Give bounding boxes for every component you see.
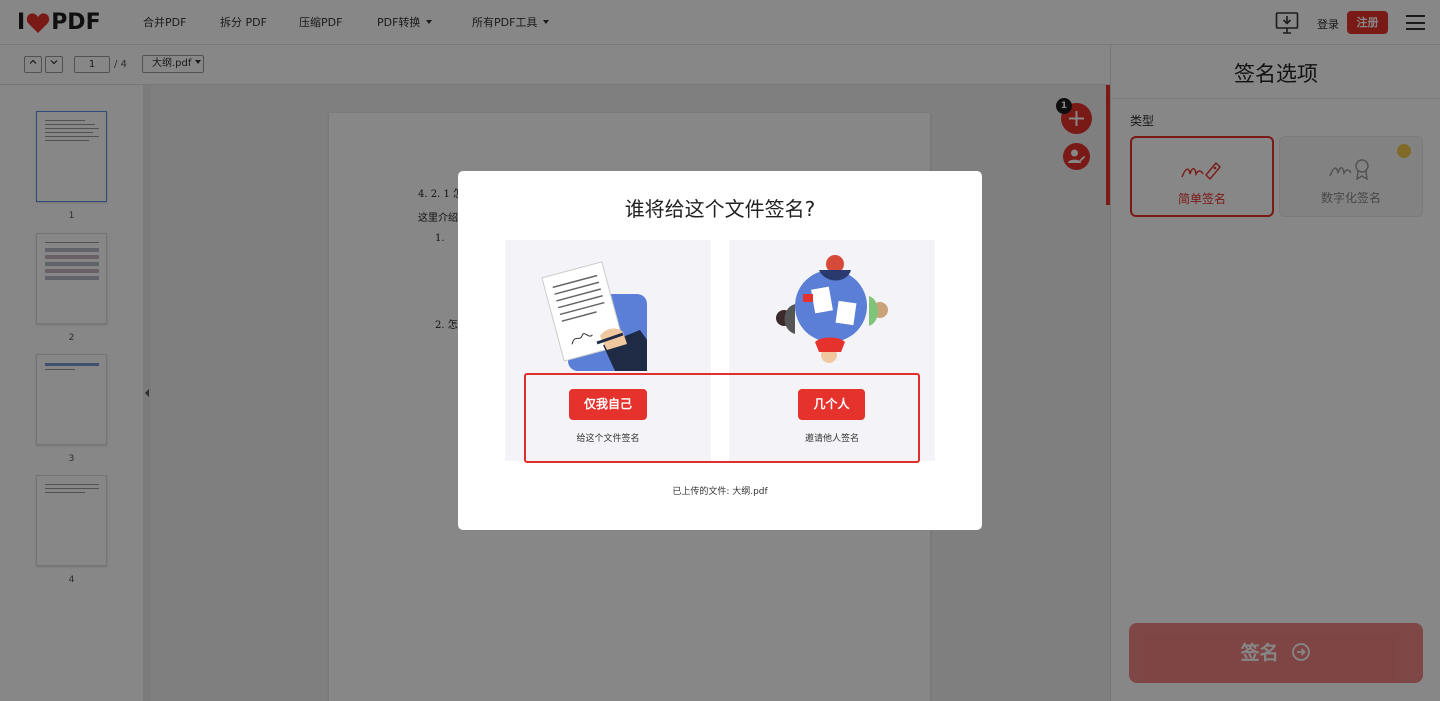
uploaded-file-info: 已上传的文件: 大纲.pdf xyxy=(672,487,768,497)
dialog-title: 谁将给这个文件签名? xyxy=(624,197,816,221)
options-highlight-box xyxy=(524,373,920,463)
group-signing-illustration xyxy=(776,255,888,363)
who-signs-dialog: 谁将给这个文件签名? 仅我自己 给这个文件签名 几个人 邀请他人签名 已上传的文… xyxy=(458,171,982,530)
self-signing-illustration xyxy=(541,261,647,371)
